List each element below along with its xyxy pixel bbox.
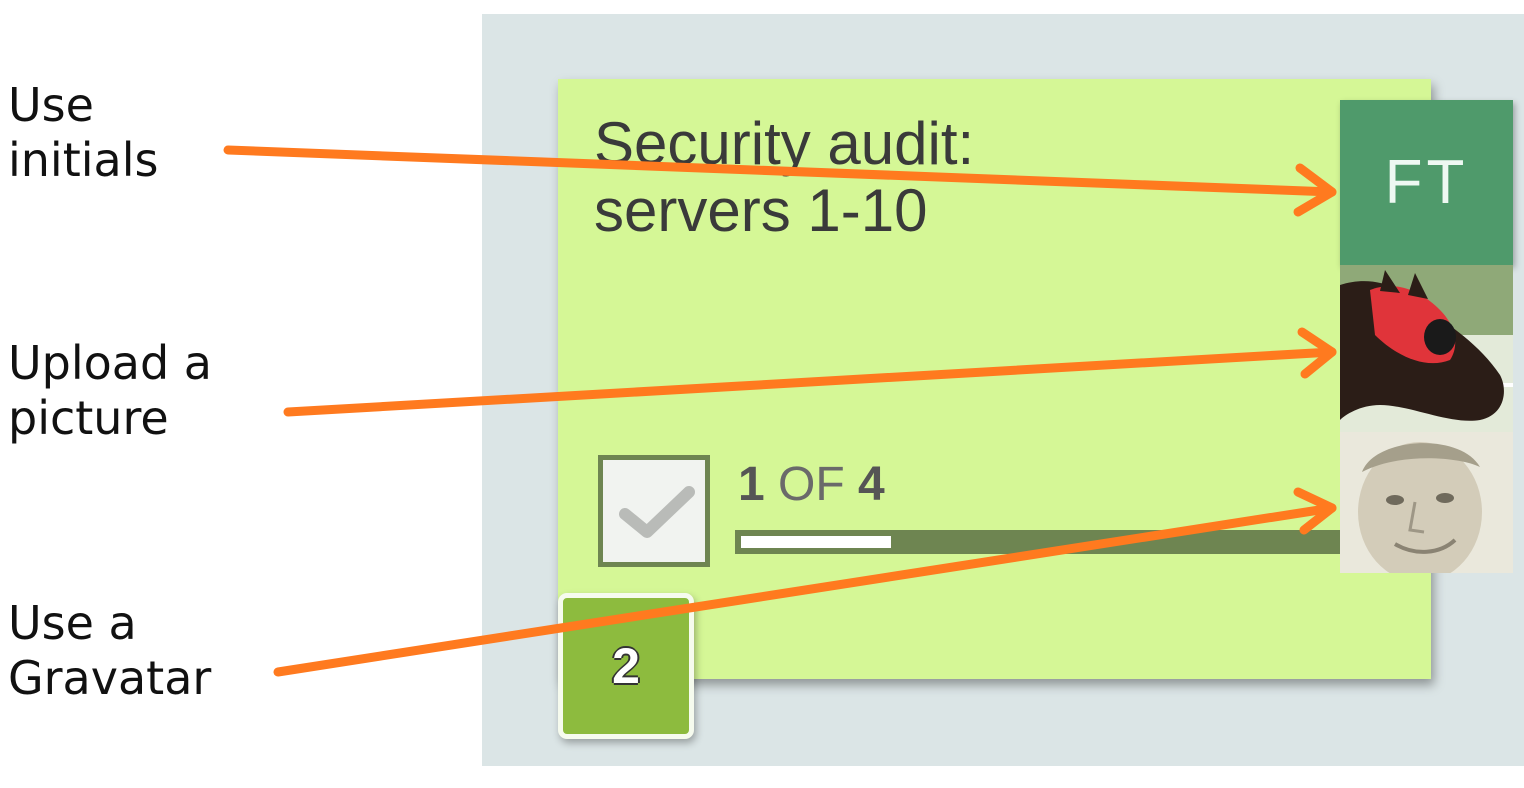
progress-bar-fill (741, 536, 891, 548)
progress-done: 1 (738, 458, 765, 511)
progress-of: OF (778, 458, 845, 511)
avatar-gravatar[interactable] (1340, 432, 1513, 573)
checklist-checkbox[interactable] (598, 455, 710, 567)
card-count-badge[interactable]: 2 (558, 593, 694, 739)
avatar-uploaded-picture[interactable] (1340, 265, 1513, 432)
label-upload-picture: Upload a picture (8, 336, 212, 446)
face-photo-icon (1340, 432, 1513, 573)
horse-photo-icon (1340, 265, 1513, 432)
label-use-initials: Use initials (8, 78, 159, 188)
checklist-progress-bar (735, 530, 1345, 554)
card-title: Security audit: servers 1-10 (594, 110, 975, 245)
label-use-gravatar: Use a Gravatar (8, 596, 212, 706)
progress-total: 4 (858, 458, 885, 511)
checkmark-icon (619, 486, 695, 538)
avatar-initials[interactable]: FT (1340, 100, 1513, 265)
checklist-progress-text: 1 OF 4 (738, 456, 885, 514)
